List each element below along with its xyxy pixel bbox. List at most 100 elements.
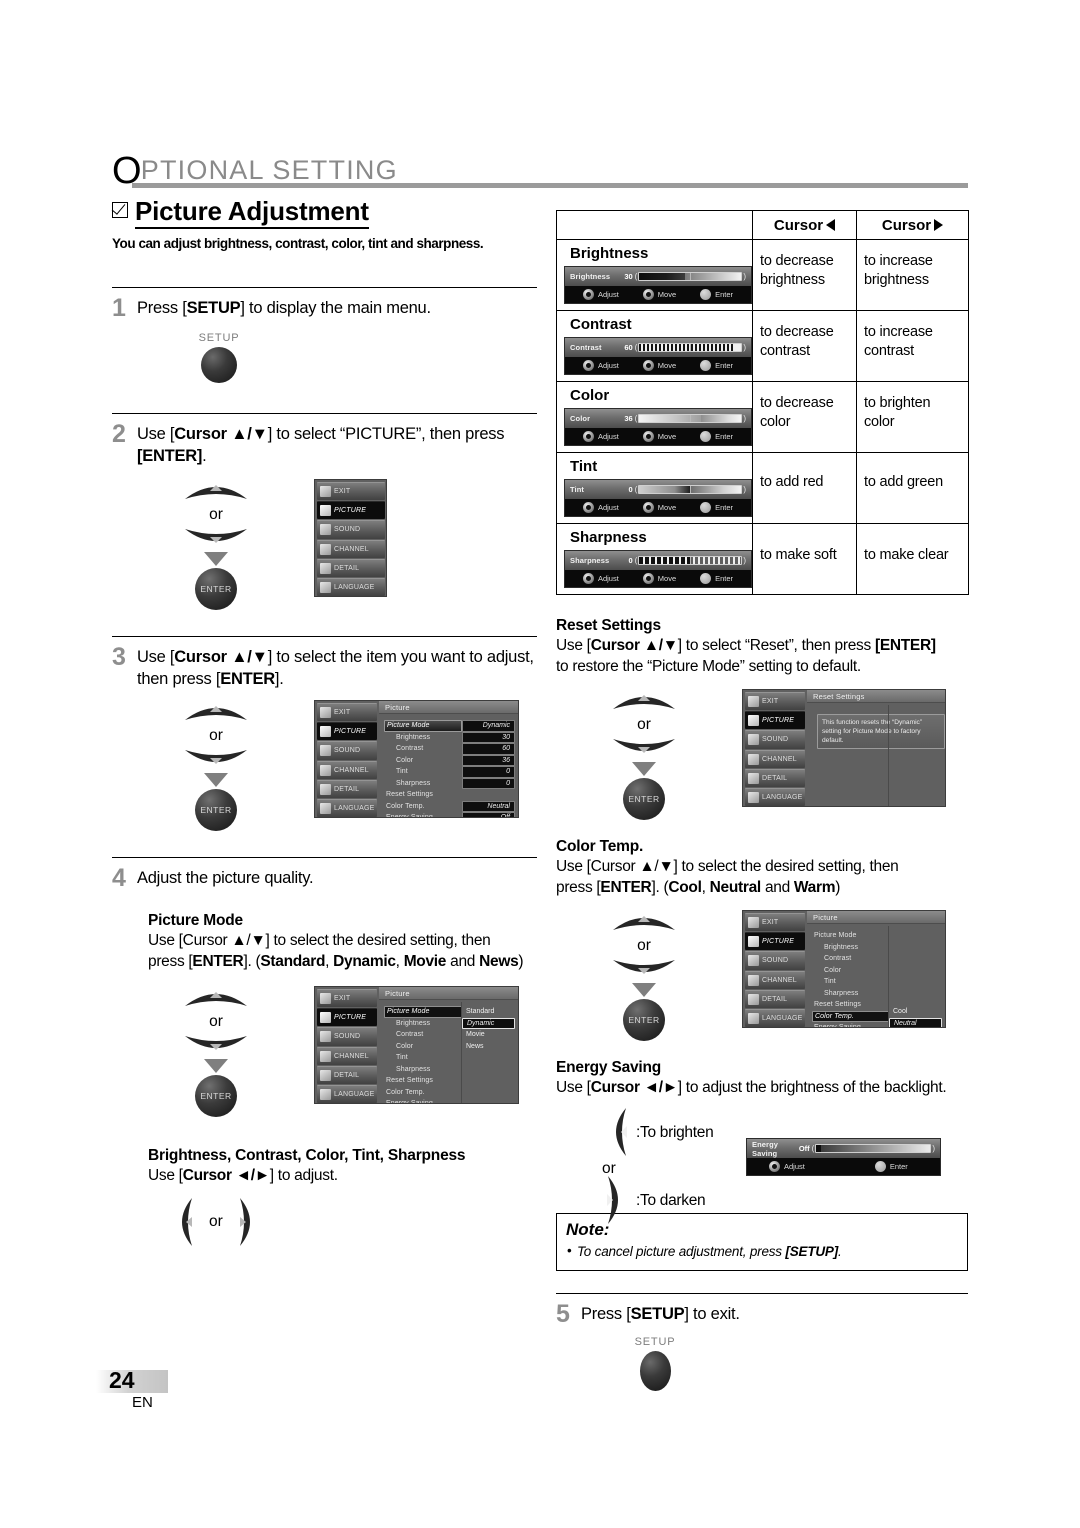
strip-bar[interactable]	[638, 485, 743, 494]
osd-option-cool[interactable]: Cool	[889, 1006, 942, 1018]
osd-item-detail[interactable]: DETAIL	[317, 558, 385, 577]
osd-row-color[interactable]: Color	[384, 1041, 462, 1053]
osd-row-reset[interactable]: Reset Settings	[384, 789, 462, 801]
cursor-left-button[interactable]	[170, 1196, 196, 1248]
osd-row-tint[interactable]: Tint	[812, 976, 889, 988]
osd-row-color[interactable]: Color	[384, 755, 462, 767]
osd-row-tint[interactable]: Tint	[384, 1052, 462, 1064]
osd-option-news[interactable]: News	[462, 1041, 515, 1053]
osd-row-energy[interactable]: Energy Saving	[812, 1022, 889, 1027]
strip-bar[interactable]	[638, 556, 743, 565]
osd-item-picture[interactable]: PICTURE	[745, 932, 805, 951]
osd-row-sharpness[interactable]: Sharpness	[384, 778, 462, 790]
osd-item-language[interactable]: LANGUAGE	[317, 798, 377, 817]
strip-bar[interactable]	[638, 272, 743, 281]
enter-button-3[interactable]: ENTER	[195, 789, 237, 831]
osd-item-channel[interactable]: CHANNEL	[745, 970, 805, 989]
osd-item-detail[interactable]: DETAIL	[317, 1065, 377, 1084]
osd-item-detail[interactable]: DETAIL	[745, 768, 805, 787]
cursor-up-button[interactable]	[183, 986, 249, 1009]
cursor-up-button[interactable]	[183, 700, 249, 723]
cursor-down-button[interactable]	[183, 747, 249, 770]
osd-item-sound[interactable]: SOUND	[745, 951, 805, 970]
osd-row-picture-mode[interactable]: Picture Mode	[812, 930, 889, 942]
cursor-right-button-energy[interactable]	[604, 1174, 630, 1226]
osd-row-sharpness[interactable]: Sharpness	[812, 988, 889, 1000]
osd-row-color[interactable]: Color	[812, 965, 889, 977]
cursor-updown-illustration-reset[interactable]: or ENTER	[598, 689, 690, 820]
osd-item-sound[interactable]: SOUND	[317, 741, 377, 760]
cursor-up-button[interactable]	[183, 479, 249, 502]
osd-item-channel[interactable]: CHANNEL	[317, 539, 385, 558]
osd-row-reset[interactable]: Reset Settings	[812, 999, 889, 1011]
osd-row-energy[interactable]: Energy Saving	[384, 812, 462, 817]
osd-option-dynamic[interactable]: Dynamic	[462, 1017, 515, 1029]
cursor-left-button-energy[interactable]	[604, 1106, 630, 1158]
cursor-updown-illustration-3[interactable]: or ENTER	[170, 700, 262, 831]
osd-item-exit[interactable]: EXIT	[317, 482, 385, 501]
osd-row-brightness[interactable]: Brightness	[812, 942, 889, 954]
enter-button-2[interactable]: ENTER	[195, 568, 237, 610]
energy-left-arrow-row[interactable]: :To brighten	[604, 1106, 714, 1158]
setup-button-dot[interactable]	[639, 1351, 671, 1391]
osd-item-exit[interactable]: EXIT	[745, 913, 805, 932]
strip-bar[interactable]	[638, 414, 743, 423]
cursor-leftright-illustration[interactable]: or	[170, 1196, 537, 1248]
osd-row-brightness[interactable]: Brightness	[384, 732, 462, 744]
osd-row-color-temp[interactable]: Color Temp.	[384, 801, 462, 813]
osd-row-color-temp[interactable]: Color Temp.	[384, 1087, 462, 1099]
osd-row-reset[interactable]: Reset Settings	[384, 1075, 462, 1087]
cursor-up-button[interactable]	[611, 910, 677, 933]
osd-row-contrast[interactable]: Contrast	[384, 1029, 462, 1041]
energy-right-arrow-row[interactable]: :To darken	[604, 1174, 706, 1226]
osd-item-language[interactable]: LANGUAGE	[745, 1008, 805, 1027]
osd-option-standard[interactable]: Standard	[462, 1006, 515, 1018]
cursor-up-button[interactable]	[611, 689, 677, 712]
osd-item-picture[interactable]: PICTURE	[317, 501, 385, 520]
cursor-down-button[interactable]	[611, 957, 677, 980]
osd-item-sound[interactable]: SOUND	[745, 730, 805, 749]
osd-row-brightness[interactable]: Brightness	[384, 1018, 462, 1030]
setup-button-illustration-5[interactable]: SETUP	[618, 1336, 692, 1391]
osd-item-picture[interactable]: PICTURE	[745, 711, 805, 730]
cursor-updown-illustration-colortemp[interactable]: or ENTER	[598, 910, 690, 1041]
osd-item-channel[interactable]: CHANNEL	[317, 1046, 377, 1065]
enter-button-reset[interactable]: ENTER	[623, 778, 665, 820]
osd-row-picture-mode[interactable]: Picture Mode	[384, 1006, 462, 1018]
osd-item-detail[interactable]: DETAIL	[745, 989, 805, 1008]
osd-row-contrast[interactable]: Contrast	[812, 953, 889, 965]
strip-bar[interactable]	[815, 1144, 932, 1153]
osd-item-language[interactable]: LANGUAGE	[317, 1084, 377, 1103]
osd-row-color-temp[interactable]: Color Temp.	[812, 1010, 889, 1022]
osd-item-sound[interactable]: SOUND	[317, 520, 385, 539]
enter-button-colortemp[interactable]: ENTER	[623, 999, 665, 1041]
osd-item-detail[interactable]: DETAIL	[317, 779, 377, 798]
osd-item-exit[interactable]: EXIT	[745, 692, 805, 711]
osd-row-tint[interactable]: Tint	[384, 766, 462, 778]
cursor-down-button[interactable]	[611, 736, 677, 759]
cursor-down-button[interactable]	[183, 526, 249, 549]
osd-item-picture[interactable]: PICTURE	[317, 1008, 377, 1027]
osd-row-energy[interactable]: Energy Saving	[384, 1098, 462, 1103]
osd-item-channel[interactable]: CHANNEL	[317, 760, 377, 779]
osd-row-picture-mode[interactable]: Picture Mode	[384, 720, 462, 732]
cursor-updown-illustration-2[interactable]: or ENTER	[170, 479, 262, 610]
enter-button-4[interactable]: ENTER	[195, 1075, 237, 1117]
osd-option-neutral[interactable]: Neutral	[889, 1017, 942, 1027]
osd-row-sharpness[interactable]: Sharpness	[384, 1064, 462, 1076]
cursor-updown-illustration-4[interactable]: or ENTER	[170, 986, 262, 1117]
osd-item-exit[interactable]: EXIT	[317, 989, 377, 1008]
cursor-down-button[interactable]	[183, 1033, 249, 1056]
osd-item-exit[interactable]: EXIT	[317, 703, 377, 722]
osd-item-sound[interactable]: SOUND	[317, 1027, 377, 1046]
setup-button-illustration-1[interactable]: SETUP	[182, 332, 256, 383]
osd-row-contrast[interactable]: Contrast	[384, 743, 462, 755]
osd-item-picture[interactable]: PICTURE	[317, 722, 377, 741]
osd-item-channel[interactable]: CHANNEL	[745, 749, 805, 768]
osd-item-language[interactable]: LANGUAGE	[745, 787, 805, 806]
setup-button-dot[interactable]	[201, 347, 237, 383]
strip-bar[interactable]	[638, 343, 743, 352]
osd-option-movie[interactable]: Movie	[462, 1029, 515, 1041]
osd-item-language[interactable]: LANGUAGE	[317, 577, 385, 596]
cursor-right-button[interactable]	[236, 1196, 262, 1248]
